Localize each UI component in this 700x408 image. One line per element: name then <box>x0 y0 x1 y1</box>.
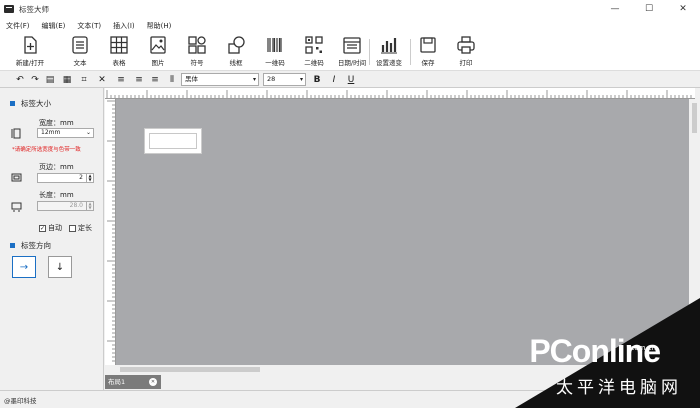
margin-icon <box>11 173 22 182</box>
increment-tool-button[interactable]: 设置递变 <box>369 35 409 67</box>
watermark-logo: PConline <box>529 333 661 369</box>
width-warning: *请确定所选宽度与色带一致 <box>12 147 81 153</box>
label-size-title: 标签大小 <box>10 98 51 109</box>
paste-icon[interactable]: ▦ <box>61 73 73 86</box>
new-open-button[interactable]: 新建/打开 <box>8 35 52 67</box>
menu-insert[interactable]: 插入(I) <box>113 21 135 31</box>
underline-button[interactable]: U <box>345 73 357 86</box>
checkbox-box <box>69 224 76 232</box>
checkmark-icon: ✓ <box>39 224 46 232</box>
printer-icon <box>457 36 475 54</box>
text-icon <box>72 36 88 54</box>
close-icon[interactable]: ✕ <box>149 378 157 386</box>
margin-label: 页边：mm <box>39 163 74 171</box>
menu-help[interactable]: 帮助(H) <box>147 21 172 31</box>
maximize-button[interactable]: ☐ <box>632 0 666 18</box>
app-icon <box>4 5 14 13</box>
arrow-right-icon: → <box>19 261 29 273</box>
scroll-thumb[interactable] <box>120 367 260 372</box>
length-input[interactable]: 28.0 ▲ ▼ <box>37 201 94 211</box>
font-size-select[interactable]: 28 ▾ <box>263 73 306 86</box>
width-icon <box>11 128 21 139</box>
direction-vertical-button[interactable]: ↓ <box>48 256 72 278</box>
watermark: .com.cn PConline 太平洋电脑网 <box>515 298 700 408</box>
fixed-length-checkbox[interactable]: 定长 <box>69 223 92 233</box>
align-right-icon[interactable]: ≡ <box>149 73 161 86</box>
horizontal-ruler <box>105 88 695 99</box>
image-tool-button[interactable]: 图片 <box>136 35 180 67</box>
watermark-chinese: 太平洋电脑网 <box>556 378 682 398</box>
symbol-icon <box>188 36 206 54</box>
spinner-icon[interactable]: ▲ ▼ <box>86 202 93 210</box>
save-icon <box>420 37 436 53</box>
redo-icon[interactable]: ↷ <box>29 73 41 86</box>
scroll-thumb[interactable] <box>692 103 697 133</box>
label-direction-title: 标签方向 <box>10 240 51 251</box>
table-tool-button[interactable]: 表格 <box>97 35 141 67</box>
margin-input[interactable]: 2 ▲ ▼ <box>37 173 94 183</box>
barcode-icon <box>267 38 282 52</box>
table-icon <box>110 36 128 54</box>
title-bar: 标签大师 — ☐ ✕ <box>0 0 700 18</box>
bar-chart-icon <box>381 38 397 54</box>
image-icon <box>150 36 166 54</box>
arrow-down-icon: ↓ <box>55 261 65 273</box>
vertical-ruler <box>105 99 116 365</box>
print-button[interactable]: 打印 <box>444 35 488 67</box>
format-toolbar: ↶ ↷ ▤ ▦ ⌗ ✕ ≡ ≡ ≡ ⫴ 黑体 ▾ 28 ▾ B I U <box>0 71 700 88</box>
label-preview[interactable] <box>144 128 202 154</box>
delete-icon[interactable]: ✕ <box>96 73 108 86</box>
direction-horizontal-button[interactable]: → <box>12 256 36 278</box>
width-label: 宽度：mm <box>39 119 74 127</box>
left-panel: 标签大小 宽度：mm 12mm ⌄ *请确定所选宽度与色带一致 页边：mm 2 … <box>0 88 104 390</box>
shape-tool-button[interactable]: 线框 <box>214 35 258 67</box>
new-file-icon <box>24 36 37 54</box>
label-inner-frame <box>149 133 197 149</box>
font-select[interactable]: 黑体 ▾ <box>181 73 259 86</box>
text-tool-button[interactable]: 文本 <box>58 35 102 67</box>
status-text: @墨印科技 <box>4 397 37 405</box>
spinner-icon[interactable]: ▲ ▼ <box>86 174 93 182</box>
auto-checkbox[interactable]: ✓ 自动 <box>39 223 62 233</box>
menu-file[interactable]: 文件(F) <box>6 21 30 31</box>
crop-icon[interactable]: ⌗ <box>78 73 90 86</box>
copy-icon[interactable]: ▤ <box>44 73 56 86</box>
length-icon <box>11 202 22 212</box>
qrcode-icon <box>305 36 323 54</box>
width-select[interactable]: 12mm ⌄ <box>37 128 94 138</box>
menu-bar: 文件(F) 编辑(E) 文本(T) 插入(I) 帮助(H) <box>0 18 700 33</box>
undo-icon[interactable]: ↶ <box>14 73 26 86</box>
align-center-icon[interactable]: ≡ <box>133 73 145 86</box>
barcode-tool-button[interactable]: 一维码 <box>253 35 297 67</box>
minimize-button[interactable]: — <box>598 0 632 18</box>
window-title: 标签大师 <box>19 4 49 14</box>
chevron-down-icon: ▾ <box>299 76 303 83</box>
symbol-tool-button[interactable]: 符号 <box>175 35 219 67</box>
calendar-icon <box>343 37 361 54</box>
distribute-icon[interactable]: ⫴ <box>166 73 178 86</box>
chevron-down-icon: ▾ <box>252 76 256 83</box>
window-controls: — ☐ ✕ <box>598 0 700 18</box>
menu-edit[interactable]: 编辑(E) <box>42 21 66 31</box>
tab-layout-1[interactable]: 布局1 ✕ <box>105 375 161 389</box>
length-label: 长度：mm <box>39 191 74 199</box>
italic-button[interactable]: I <box>328 73 340 86</box>
menu-text[interactable]: 文本(T) <box>77 21 101 31</box>
close-button[interactable]: ✕ <box>666 0 700 18</box>
bold-button[interactable]: B <box>311 73 323 86</box>
section-marker-icon <box>10 243 15 248</box>
align-left-icon[interactable]: ≡ <box>115 73 127 86</box>
main-toolbar: 新建/打开 文本 表格 图片 符号 线框 一维码 二维码 日期/时间 设置递变 … <box>0 33 700 71</box>
shape-icon <box>228 36 245 54</box>
chevron-down-icon: ⌄ <box>85 129 91 136</box>
section-marker-icon <box>10 101 15 106</box>
